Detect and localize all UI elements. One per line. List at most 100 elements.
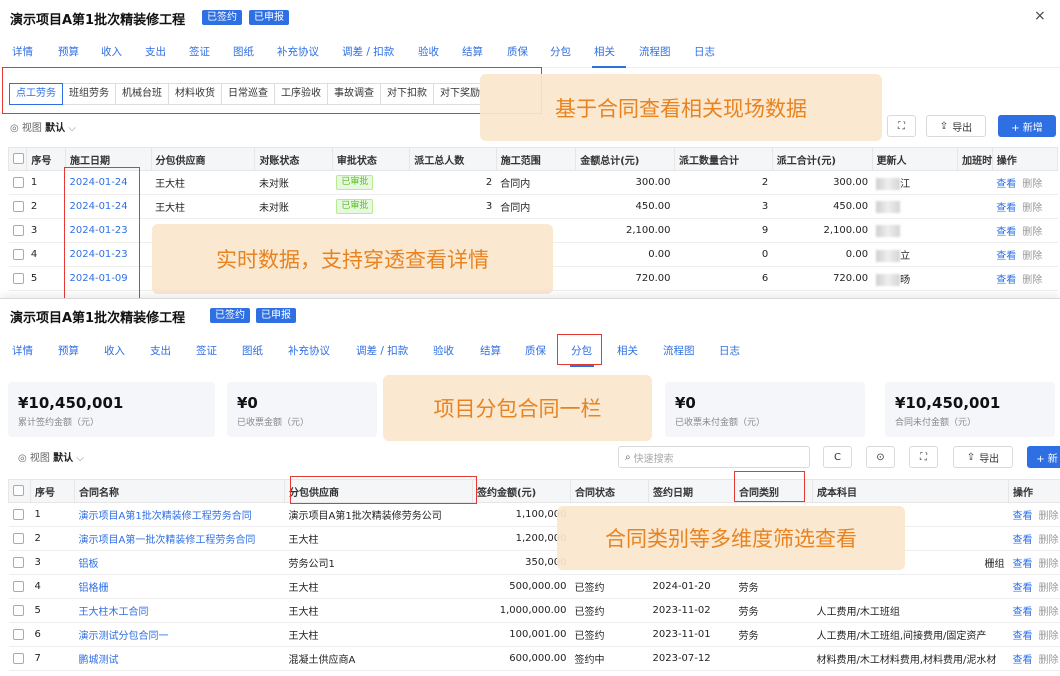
column-header[interactable]: 施工范围 — [495, 147, 577, 171]
contract-name-link[interactable]: 演示项目A第一批次精装修工程劳务合同 — [79, 535, 256, 546]
table-row[interactable]: 4 铝格栅 王大柱 500,000.00 已签约 2024-01-20 劳务 查看 删除 — [8, 574, 1060, 599]
tab-14[interactable]: 日志 — [719, 343, 740, 358]
date-link[interactable]: 2024-01-23 — [70, 225, 128, 236]
tab-2[interactable]: 收入 — [101, 44, 122, 59]
column-header[interactable]: 签约金额(元) — [472, 479, 571, 503]
view-link[interactable]: 查看 — [996, 251, 1016, 262]
column-header[interactable]: 合同名称 — [74, 479, 285, 503]
select-all-checkbox[interactable] — [13, 153, 24, 165]
tab-5[interactable]: 图纸 — [233, 44, 254, 59]
search-input[interactable]: ⌕ 快速搜索 — [618, 446, 810, 468]
row-checkbox[interactable] — [12, 604, 24, 616]
view-link[interactable]: 查看 — [1013, 583, 1033, 594]
delete-link[interactable]: 删除 — [1039, 655, 1059, 666]
delete-link[interactable]: 删除 — [1022, 227, 1042, 238]
column-header[interactable]: 序号 — [26, 147, 67, 171]
column-header[interactable]: 分包供应商 — [150, 147, 256, 171]
delete-link[interactable]: 删除 — [1039, 631, 1059, 642]
contract-name-link[interactable]: 演示项目A第1批次精装修工程劳务合同 — [79, 511, 252, 522]
view-link[interactable]: 查看 — [996, 227, 1016, 238]
column-header[interactable]: 派工总人数 — [409, 147, 497, 171]
export-button[interactable]: ⇪ 导出 — [926, 115, 986, 137]
row-checkbox[interactable] — [12, 652, 24, 664]
view-selector[interactable]: ◎ 视图 默认 ⌵ — [10, 119, 76, 134]
column-header[interactable]: 对账状态 — [254, 147, 333, 171]
date-link[interactable]: 2024-01-09 — [70, 273, 128, 284]
row-checkbox[interactable] — [12, 248, 24, 260]
view-link[interactable]: 查看 — [1013, 535, 1033, 546]
subtab-6[interactable]: 事故调查 — [328, 83, 381, 105]
close-icon[interactable]: × — [1034, 8, 1046, 24]
tab-0[interactable]: 详情 — [12, 44, 33, 59]
export-button[interactable]: ⇪ 导出 — [953, 446, 1013, 468]
tab-1[interactable]: 预算 — [58, 343, 79, 358]
column-header[interactable]: 更新人 — [871, 147, 959, 171]
delete-link[interactable]: 删除 — [1022, 251, 1042, 262]
tab-4[interactable]: 签证 — [196, 343, 217, 358]
tab-7[interactable]: 调差 / 扣款 — [356, 343, 408, 358]
view-link[interactable]: 查看 — [996, 275, 1016, 286]
column-header[interactable] — [8, 479, 31, 503]
tab-13[interactable]: 流程图 — [663, 343, 695, 358]
column-header[interactable]: 合同类别 — [734, 479, 813, 503]
column-header[interactable]: 金额总计(元) — [575, 147, 675, 171]
view-link[interactable]: 查看 — [1013, 607, 1033, 618]
subtab-5[interactable]: 工序验收 — [275, 83, 328, 105]
column-header[interactable]: 序号 — [30, 479, 75, 503]
subtab-7[interactable]: 对下扣款 — [381, 83, 434, 105]
delete-link[interactable]: 删除 — [1039, 559, 1059, 570]
delete-link[interactable]: 删除 — [1039, 511, 1059, 522]
column-header[interactable]: 合同状态 — [570, 479, 649, 503]
row-checkbox[interactable] — [12, 580, 24, 592]
view-link[interactable]: 查看 — [996, 203, 1016, 214]
column-header[interactable]: 审批状态 — [331, 147, 411, 171]
refresh-button[interactable]: C — [823, 446, 852, 468]
column-header[interactable]: 操作 — [1008, 479, 1060, 503]
column-header[interactable]: 派工合计(元) — [771, 147, 873, 171]
row-checkbox[interactable] — [12, 532, 24, 544]
view-link[interactable]: 查看 — [996, 179, 1016, 190]
add-button[interactable]: + 新增 — [998, 115, 1056, 137]
row-checkbox[interactable] — [12, 508, 24, 520]
add-button[interactable]: + 新 — [1027, 446, 1060, 468]
row-checkbox[interactable] — [12, 272, 24, 284]
contract-name-link[interactable]: 铝格栅 — [79, 583, 109, 594]
subtab-4[interactable]: 日常巡查 — [222, 83, 275, 105]
subtab-3[interactable]: 材料收货 — [169, 83, 222, 105]
select-all-checkbox[interactable] — [13, 485, 24, 497]
delete-link[interactable]: 删除 — [1039, 535, 1059, 546]
row-checkbox[interactable] — [12, 176, 24, 188]
tab-7[interactable]: 调差 / 扣款 — [342, 44, 394, 59]
table-row[interactable]: 1 2024-01-24 王大柱 未对账 已审批 2 合同内 300.00 2 300.00 江查看… — [8, 170, 1058, 195]
tab-3[interactable]: 支出 — [150, 343, 171, 358]
column-header[interactable]: 派工数量合计 — [674, 147, 773, 171]
tab-8[interactable]: 验收 — [433, 343, 454, 358]
tab-2[interactable]: 收入 — [104, 343, 125, 358]
date-link[interactable]: 2024-01-24 — [70, 177, 128, 188]
column-header[interactable]: 分包供应商 — [284, 479, 473, 503]
contract-name-link[interactable]: 鹏城测试 — [79, 655, 119, 666]
tab-1[interactable]: 预算 — [58, 44, 79, 59]
delete-link[interactable]: 删除 — [1022, 275, 1042, 286]
tab-4[interactable]: 签证 — [189, 44, 210, 59]
subtab-1[interactable]: 班组劳务 — [63, 83, 116, 105]
table-row[interactable]: 7 鹏城测试 混凝土供应商A 600,000.00 签约中 2023-07-12 材料费用/… — [8, 646, 1060, 671]
contract-name-link[interactable]: 王大柱木工合同 — [79, 607, 149, 618]
delete-link[interactable]: 删除 — [1039, 583, 1059, 594]
tab-11[interactable]: 分包 — [571, 343, 592, 358]
view-link[interactable]: 查看 — [1013, 559, 1033, 570]
subtab-0[interactable]: 点工劳务 — [9, 83, 63, 105]
table-row[interactable]: 6 演示测试分包合同一 王大柱 100,001.00 已签约 2023-11-01 劳务 人工… — [8, 622, 1060, 647]
contract-name-link[interactable]: 演示测试分包合同一 — [79, 631, 169, 642]
tab-9[interactable]: 结算 — [462, 44, 483, 59]
table-row[interactable]: 2 2024-01-24 王大柱 未对账 已审批 3 合同内 450.00 3 450.00 查看删… — [8, 194, 1058, 219]
view-selector[interactable]: ◎ 视图 默认 ⌵ — [18, 449, 84, 464]
delete-link[interactable]: 删除 — [1022, 179, 1042, 190]
column-header[interactable]: 签约日期 — [648, 479, 735, 503]
tab-9[interactable]: 结算 — [480, 343, 501, 358]
view-link[interactable]: 查看 — [1013, 655, 1033, 666]
subtab-2[interactable]: 机械台班 — [116, 83, 169, 105]
view-link[interactable]: 查看 — [1013, 511, 1033, 522]
view-link[interactable]: 查看 — [1013, 631, 1033, 642]
tab-12[interactable]: 相关 — [617, 343, 638, 358]
